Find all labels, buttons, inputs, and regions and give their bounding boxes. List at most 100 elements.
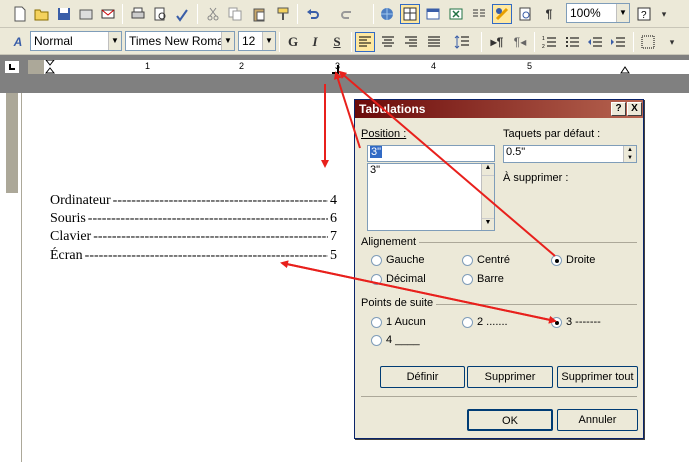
vertical-ruler[interactable] bbox=[0, 93, 22, 462]
border-icon[interactable] bbox=[638, 32, 658, 52]
insert-excel-icon[interactable] bbox=[446, 4, 466, 24]
spinner-icon[interactable]: ▲ ▼ bbox=[623, 146, 636, 162]
radio-centre[interactable]: Centré bbox=[462, 254, 510, 266]
horizontal-ruler[interactable]: 1 2 3 4 5 bbox=[44, 59, 689, 74]
columns-icon[interactable] bbox=[469, 4, 489, 24]
tables-borders-icon[interactable] bbox=[400, 4, 420, 24]
toc-line[interactable]: Ordinateur ------------------------------… bbox=[50, 193, 350, 211]
tab-leader: ----------------------------------------… bbox=[87, 211, 328, 226]
scroll-down-icon[interactable]: ▼ bbox=[482, 218, 494, 230]
radio-circle bbox=[462, 254, 473, 266]
justify-icon[interactable] bbox=[424, 32, 444, 52]
clear-button[interactable]: Supprimer bbox=[467, 366, 553, 388]
italic-button[interactable]: I bbox=[305, 32, 325, 52]
toc-line[interactable]: Écran -----------------------------------… bbox=[50, 248, 350, 266]
scroll-up-icon[interactable]: ▲ bbox=[482, 164, 494, 176]
permission-icon[interactable] bbox=[76, 4, 96, 24]
radio-circle bbox=[371, 254, 382, 266]
zoom-value: 100% bbox=[570, 6, 601, 20]
toc-line[interactable]: Clavier ---------------------------------… bbox=[50, 229, 350, 247]
align-center-icon[interactable] bbox=[378, 32, 398, 52]
dialog-title: Tabulations bbox=[359, 102, 426, 116]
format-painter-icon[interactable] bbox=[273, 4, 293, 24]
print-preview-icon[interactable] bbox=[150, 4, 170, 24]
styles-icon[interactable]: A bbox=[8, 32, 28, 52]
radio-decimal[interactable]: Décimal bbox=[371, 273, 426, 285]
clear-all-button[interactable]: Supprimer tout bbox=[557, 366, 638, 388]
toc-label: Écran bbox=[50, 248, 83, 263]
cut-icon[interactable] bbox=[203, 4, 223, 24]
list-scrollbar[interactable]: ▲ ▼ bbox=[481, 164, 494, 230]
bullets-icon[interactable] bbox=[562, 32, 582, 52]
radio-leader-dashes[interactable]: 3 ------- bbox=[551, 316, 601, 328]
align-right-icon[interactable] bbox=[401, 32, 421, 52]
document-map-icon[interactable] bbox=[515, 4, 535, 24]
chevron-down-icon: ▼ bbox=[108, 32, 121, 50]
save-icon[interactable] bbox=[54, 4, 74, 24]
help-button[interactable]: ? bbox=[611, 102, 626, 116]
right-indent-marker-icon[interactable] bbox=[620, 64, 630, 74]
align-left-icon[interactable] bbox=[355, 32, 375, 52]
bold-button[interactable]: G bbox=[283, 32, 303, 52]
hyperlink-icon[interactable] bbox=[377, 4, 397, 24]
right-tab-marker-icon[interactable] bbox=[332, 65, 340, 74]
radio-gauche[interactable]: Gauche bbox=[371, 254, 425, 266]
chevron-down-icon: ▼ bbox=[262, 32, 275, 50]
radio-leader-none[interactable]: 1 Aucun bbox=[371, 316, 426, 328]
radio-leader-underline[interactable]: 4 ____ bbox=[371, 334, 420, 346]
line-spacing-icon[interactable] bbox=[448, 32, 476, 52]
font-combo[interactable]: Times New Roman ▼ bbox=[125, 31, 235, 51]
underline-button[interactable]: S bbox=[327, 32, 347, 52]
chevron-down-icon: ▼ bbox=[616, 4, 629, 22]
tab-selector-icon[interactable] bbox=[4, 60, 20, 74]
spelling-icon[interactable] bbox=[172, 4, 192, 24]
open-icon[interactable] bbox=[32, 4, 52, 24]
drawing-icon[interactable] bbox=[492, 4, 512, 24]
set-button[interactable]: Définir bbox=[380, 366, 465, 388]
show-hide-icon[interactable]: ¶ bbox=[539, 4, 559, 24]
increase-indent-icon[interactable] bbox=[608, 32, 628, 52]
insert-table-icon[interactable] bbox=[423, 4, 443, 24]
radio-barre[interactable]: Barre bbox=[462, 273, 504, 285]
ruler-number: 4 bbox=[431, 61, 437, 71]
numbering-icon[interactable]: 12 bbox=[539, 32, 559, 52]
chevron-down-icon[interactable]: ▾ bbox=[662, 32, 682, 52]
new-icon[interactable] bbox=[10, 4, 30, 24]
cancel-button[interactable]: Annuler bbox=[557, 409, 638, 431]
radio-leader-dots[interactable]: 2 ....... bbox=[462, 316, 508, 328]
toc-line[interactable]: Souris ----------------------------------… bbox=[50, 211, 350, 229]
tab-leader: ----------------------------------------… bbox=[84, 248, 328, 263]
svg-text:2: 2 bbox=[542, 44, 545, 50]
radio-droite[interactable]: Droite bbox=[551, 254, 595, 266]
position-list[interactable]: 3" ▲ ▼ bbox=[367, 163, 495, 231]
help-icon[interactable]: ? bbox=[634, 4, 654, 24]
position-input[interactable]: 3" bbox=[367, 145, 495, 162]
radio-label: 3 ------- bbox=[566, 316, 601, 328]
radio-label: 4 ____ bbox=[386, 334, 420, 346]
zoom-combo[interactable]: 100% ▼ bbox=[566, 3, 630, 23]
dialog-titlebar[interactable]: Tabulations bbox=[355, 100, 643, 118]
rtl-icon[interactable]: ¶◂ bbox=[510, 32, 530, 52]
radio-label: Droite bbox=[566, 254, 596, 266]
close-button[interactable]: X bbox=[627, 102, 642, 116]
default-tabs-input[interactable]: 0.5" ▲ ▼ bbox=[503, 145, 637, 163]
print-icon[interactable] bbox=[128, 4, 148, 24]
ltr-icon[interactable]: ▸¶ bbox=[487, 32, 507, 52]
style-combo[interactable]: Normal ▼ bbox=[30, 31, 122, 51]
tab-leader: ----------------------------------------… bbox=[93, 229, 328, 244]
size-combo[interactable]: 12 ▼ bbox=[238, 31, 276, 51]
decrease-indent-icon[interactable] bbox=[585, 32, 605, 52]
undo-icon[interactable] bbox=[303, 4, 323, 24]
paste-icon[interactable] bbox=[249, 4, 269, 24]
radio-circle bbox=[371, 273, 382, 285]
ok-button[interactable]: OK bbox=[467, 409, 553, 431]
redo-icon[interactable] bbox=[337, 4, 357, 24]
email-icon[interactable] bbox=[98, 4, 118, 24]
indent-marker-icon[interactable] bbox=[44, 59, 56, 74]
ruler-gap bbox=[28, 74, 689, 93]
toolbar-options-icon[interactable]: ▾ bbox=[654, 4, 674, 24]
copy-icon[interactable] bbox=[225, 4, 245, 24]
radio-label: 2 ....... bbox=[477, 316, 508, 328]
list-item[interactable]: 3" bbox=[370, 164, 380, 176]
toc-number: 4 bbox=[330, 193, 337, 208]
